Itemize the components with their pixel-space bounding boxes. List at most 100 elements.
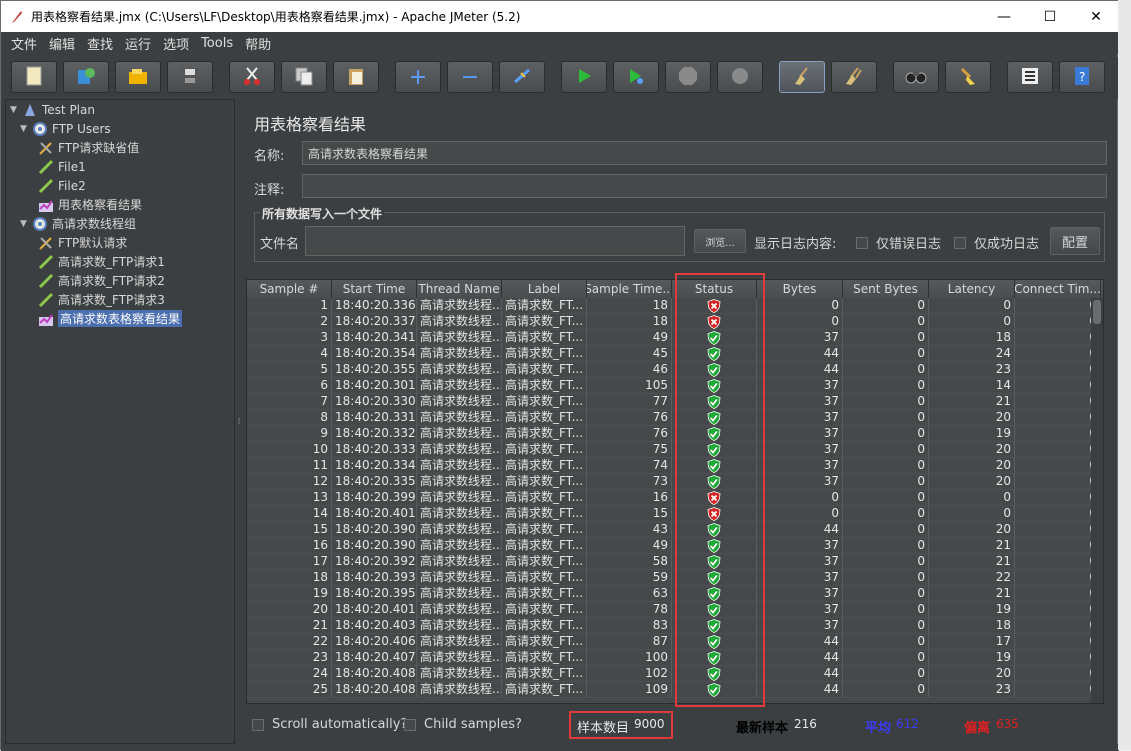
table-cell: 高请求数线程... (417, 410, 502, 426)
stop-button[interactable] (665, 61, 711, 93)
checkbox-box[interactable] (252, 718, 264, 731)
copy-icon (294, 66, 314, 89)
table-cell: 18:40:20.354 (332, 346, 417, 362)
tree-item-test-plan[interactable]: ▼ Test Plan (10, 100, 95, 119)
col-start-time[interactable]: Start Time (332, 280, 417, 298)
tree-item-high-thread-group[interactable]: ▼ 高请求数线程组 (20, 214, 136, 233)
clear-button[interactable] (779, 61, 825, 93)
errors-only-checkbox[interactable]: 仅错误日志 (856, 233, 941, 252)
save-button[interactable] (167, 61, 213, 93)
col-bytes[interactable]: Bytes (757, 280, 843, 298)
expand-all-button[interactable]: + (395, 61, 441, 93)
toggle-button[interactable] (499, 61, 545, 93)
open-button[interactable] (115, 61, 161, 93)
browse-button[interactable]: 浏览... (694, 229, 746, 253)
menu-search[interactable]: 查找 (87, 34, 113, 53)
expand-twisty-icon[interactable]: ▼ (20, 124, 32, 134)
tree-item-ftp-request-2[interactable]: 高请求数_FTP请求2 (38, 271, 165, 290)
table-cell: 高请求数线程... (417, 490, 502, 506)
table-cell: 87 (587, 634, 672, 650)
templates-button[interactable] (63, 61, 109, 93)
table-cell: 高请求数线程... (417, 682, 502, 698)
title-bar: 用表格察看结果.jmx (C:\Users\LF\Desktop\用表格察看结果… (1, 1, 1119, 32)
minimize-button[interactable]: — (981, 1, 1027, 32)
search-button[interactable] (893, 61, 939, 93)
clear-all-button[interactable] (831, 61, 877, 93)
table-cell: 21 (929, 538, 1015, 554)
tree-item-table-results-1[interactable]: 用表格察看结果 (38, 195, 142, 214)
menu-run[interactable]: 运行 (125, 34, 151, 53)
configure-button[interactable]: 配置 (1050, 227, 1100, 255)
tree-item-ftp-request-3[interactable]: 高请求数_FTP请求3 (38, 290, 165, 309)
menu-options[interactable]: 选项 (163, 34, 189, 53)
success-only-checkbox[interactable]: 仅成功日志 (954, 233, 1039, 252)
table-cell: 0 (1015, 426, 1101, 442)
table-cell: 高请求数线程... (417, 650, 502, 666)
copy-button[interactable] (281, 61, 327, 93)
close-button[interactable]: ✕ (1073, 1, 1119, 32)
table-scrollbar[interactable] (1091, 298, 1103, 703)
tree-item-file1[interactable]: File1 (38, 157, 86, 176)
scroll-automatically-checkbox[interactable]: Scroll automatically? (252, 717, 407, 732)
start-no-pauses-button[interactable] (613, 61, 659, 93)
menu-edit[interactable]: 编辑 (49, 34, 75, 53)
tree-item-ftp-defaults[interactable]: FTP请求缺省值 (38, 138, 139, 157)
checkbox-box[interactable] (954, 236, 966, 249)
col-sample-time[interactable]: Sample Time... (587, 280, 672, 298)
table-cell: 0 (843, 346, 929, 362)
tree-item-file2[interactable]: File2 (38, 176, 86, 195)
table-cell: 高请求数_FT... (502, 570, 587, 586)
col-sent-bytes[interactable]: Sent Bytes (843, 280, 929, 298)
scrollbar-thumb[interactable] (1093, 300, 1101, 324)
child-samples-checkbox[interactable]: Child samples? (404, 717, 522, 732)
table-cell: 37 (757, 570, 843, 586)
col-connect-time[interactable]: Connect Tim... (1015, 280, 1101, 298)
name-field[interactable]: 高请求数表格察看结果 (302, 141, 1107, 165)
table-cell: 0 (843, 330, 929, 346)
shutdown-button[interactable] (717, 61, 763, 93)
checkbox-box[interactable] (404, 718, 416, 731)
table-cell: 18 (587, 314, 672, 330)
col-label[interactable]: Label (502, 280, 587, 298)
comment-field[interactable] (302, 174, 1107, 198)
menu-tools[interactable]: Tools (201, 36, 233, 51)
col-thread-name[interactable]: Thread Name (417, 280, 502, 298)
broom-all-icon (844, 66, 864, 89)
tree-item-table-results-2[interactable]: 高请求数表格察看结果 (38, 309, 183, 328)
tree-item-ftp-default-request[interactable]: FTP默认请求 (38, 233, 127, 252)
table-cell: 18:40:20.390 (332, 538, 417, 554)
checkbox-box[interactable] (856, 236, 868, 249)
table-cell: 105 (587, 378, 672, 394)
cut-button[interactable] (229, 61, 275, 93)
function-helper-button[interactable] (1007, 61, 1053, 93)
reset-search-button[interactable] (945, 61, 991, 93)
tree-item-ftp-request-1[interactable]: 高请求数_FTP请求1 (38, 252, 165, 271)
collapse-all-button[interactable]: − (447, 61, 493, 93)
menu-help[interactable]: 帮助 (245, 34, 271, 53)
table-cell: 18:40:20.401 (332, 506, 417, 522)
filename-field[interactable] (305, 226, 685, 256)
table-cell: 0 (843, 650, 929, 666)
tree-item-label: FTP请求缺省值 (58, 141, 140, 155)
table-cell: 高请求数_FT... (502, 650, 587, 666)
config-wrench-icon (38, 235, 54, 251)
log-content-label: 显示日志内容: (754, 237, 837, 252)
expand-twisty-icon[interactable]: ▼ (10, 105, 22, 115)
col-latency[interactable]: Latency (929, 280, 1015, 298)
table-cell: 高请求数_FT... (502, 378, 587, 394)
table-cell: 高请求数线程... (417, 586, 502, 602)
menu-file[interactable]: 文件 (11, 34, 37, 53)
tree-item-ftp-users[interactable]: ▼ FTP Users (20, 119, 111, 138)
maximize-button[interactable]: ☐ (1027, 1, 1073, 32)
help-button[interactable]: ? (1059, 61, 1105, 93)
split-pane-divider[interactable]: ⁞ (235, 99, 243, 744)
table-cell: 37 (757, 554, 843, 570)
table-cell: 0 (1015, 682, 1101, 698)
col-sample-number[interactable]: Sample # (247, 280, 332, 298)
paste-button[interactable] (333, 61, 379, 93)
start-button[interactable] (561, 61, 607, 93)
expand-twisty-icon[interactable]: ▼ (20, 219, 32, 229)
table-cell: 0 (1015, 618, 1101, 634)
new-button[interactable] (11, 61, 57, 93)
table-cell: 高请求数线程... (417, 666, 502, 682)
